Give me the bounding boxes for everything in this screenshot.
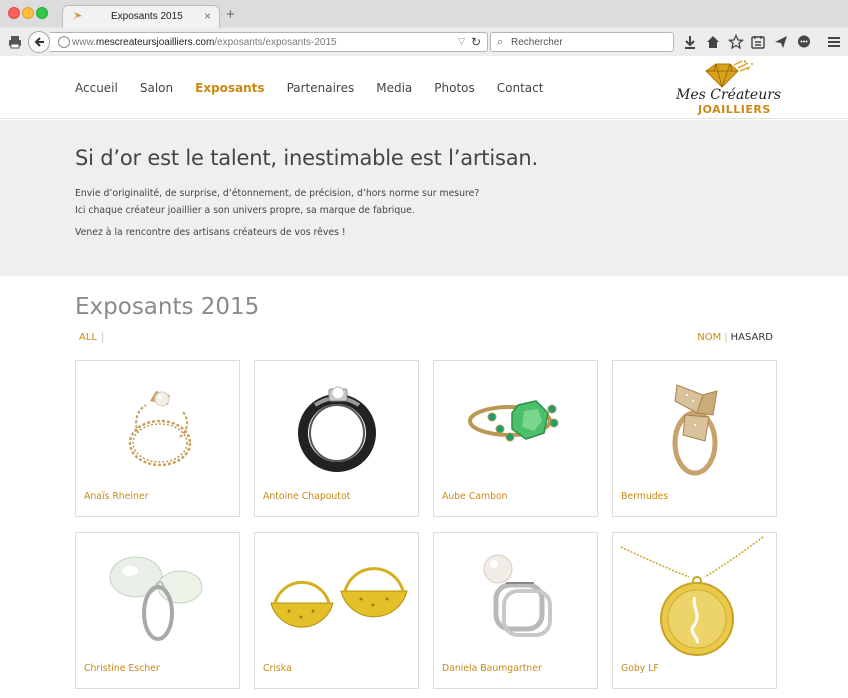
exhibitor-name: Goby LF [621, 663, 659, 674]
browser-navbar: www.mescreateursjoailliers.com/exposants… [0, 28, 848, 56]
browser-tab[interactable]: Exposants 2015 × [62, 5, 220, 28]
nav-item-photos[interactable]: Photos [434, 81, 474, 95]
minimize-window-button[interactable] [22, 7, 34, 19]
section-title: Exposants 2015 [75, 294, 260, 320]
exhibitor-name: Aube Cambon [442, 491, 508, 502]
pearl-chain-ring-icon [128, 391, 192, 467]
reload-icon[interactable]: ↻ [471, 35, 481, 49]
search-icon: ⌕ [497, 36, 504, 48]
close-window-button[interactable] [8, 7, 20, 19]
download-icon[interactable] [682, 34, 698, 50]
exhibitor-name: Anaïs Rheiner [84, 491, 149, 502]
sort-bar: NOM | HASARD [697, 332, 773, 343]
bow-ring-icon [672, 384, 718, 476]
search-bar[interactable]: ⌕ Rechercher [490, 32, 674, 52]
exhibitor-card[interactable]: Goby LF [612, 532, 777, 689]
bookmark-star-icon[interactable] [728, 34, 744, 50]
filter-divider: | [100, 332, 105, 343]
url-dropdown-icon[interactable]: ▽ [458, 36, 465, 47]
back-button[interactable] [28, 31, 50, 53]
logo-script-text: Mes Créateurs [676, 87, 782, 103]
exhibitor-name: Bermudes [621, 491, 669, 502]
main-nav: Accueil Salon Exposants Partenaires Medi… [75, 81, 543, 95]
tab-close-icon[interactable]: × [204, 9, 211, 23]
site-favicon-icon [72, 12, 82, 20]
nav-item-contact[interactable]: Contact [497, 81, 544, 95]
sort-divider: | [724, 332, 728, 343]
nav-item-partenaires[interactable]: Partenaires [287, 81, 355, 95]
browser-titlebar: Exposants 2015 × + [0, 0, 848, 28]
back-arrow-icon [34, 37, 44, 47]
site-header: Accueil Salon Exposants Partenaires Medi… [0, 57, 848, 119]
exhibitor-card[interactable]: Antoine Chapoutot [254, 360, 419, 517]
exhibitor-name: Antoine Chapoutot [263, 491, 351, 502]
reading-list-icon[interactable] [750, 34, 766, 50]
intro-line-2: Ici chaque créateur joaillier a son univ… [75, 205, 415, 216]
address-bar[interactable]: www.mescreateursjoailliers.com/exposants… [50, 32, 488, 52]
site-logo[interactable]: Mes Créateurs JOAILLIERS [672, 59, 782, 117]
emerald-ring-icon [468, 400, 559, 442]
new-tab-button[interactable]: + [226, 6, 235, 23]
zoom-window-button[interactable] [36, 7, 48, 19]
exhibitor-card[interactable]: Daniela Baumgartner [433, 532, 598, 689]
logo-sub-text: JOAILLIERS [698, 103, 771, 116]
exhibitor-name: Daniela Baumgartner [442, 663, 542, 674]
home-icon[interactable] [705, 34, 721, 50]
sort-hasard-link[interactable]: HASARD [731, 332, 773, 343]
black-ring-icon [298, 386, 376, 472]
chat-icon[interactable] [796, 34, 812, 50]
url-text: www.mescreateursjoailliers.com/exposants… [72, 37, 337, 48]
exhibitor-card[interactable]: Bermudes [612, 360, 777, 517]
search-placeholder: Rechercher [511, 37, 563, 48]
sort-nom-link[interactable]: NOM [697, 332, 721, 343]
intro-line-3: Venez à la rencontre des artisans créate… [75, 227, 346, 238]
filter-bar: ALL | [79, 332, 104, 343]
globe-icon [58, 36, 70, 48]
intro-title: Si d’or est le talent, inestimable est l… [75, 146, 538, 170]
browser-chrome: Exposants 2015 × + www.mescreateursjoail… [0, 0, 848, 56]
nav-item-salon[interactable]: Salon [140, 81, 173, 95]
print-icon[interactable] [7, 34, 23, 50]
exhibitor-card[interactable]: Aube Cambon [433, 360, 598, 517]
gold-medallion-pendant-icon [620, 536, 764, 656]
tab-title: Exposants 2015 [111, 11, 183, 22]
diamond-logo-icon [705, 60, 753, 88]
intro-line-1: Envie d’originalité, de surprise, d’éton… [75, 188, 480, 199]
nav-item-accueil[interactable]: Accueil [75, 81, 118, 95]
filter-all-link[interactable]: ALL [79, 332, 97, 343]
gold-hoop-earrings-icon [270, 567, 408, 628]
exhibitor-card[interactable]: Anaïs Rheiner [75, 360, 240, 517]
pearl-baroque-ring-icon [109, 556, 203, 641]
menu-icon[interactable] [826, 34, 842, 50]
exhibitor-name: Criska [263, 663, 292, 674]
nav-item-exposants[interactable]: Exposants [195, 81, 264, 95]
exhibitor-card[interactable]: Christine Escher [75, 532, 240, 689]
exhibitor-card[interactable]: Criska [254, 532, 419, 689]
pearl-stack-ring-icon [483, 554, 552, 637]
nav-item-media[interactable]: Media [376, 81, 412, 95]
exhibitor-name: Christine Escher [84, 663, 160, 674]
intro-banner: Si d’or est le talent, inestimable est l… [0, 120, 848, 276]
send-icon[interactable] [773, 34, 789, 50]
